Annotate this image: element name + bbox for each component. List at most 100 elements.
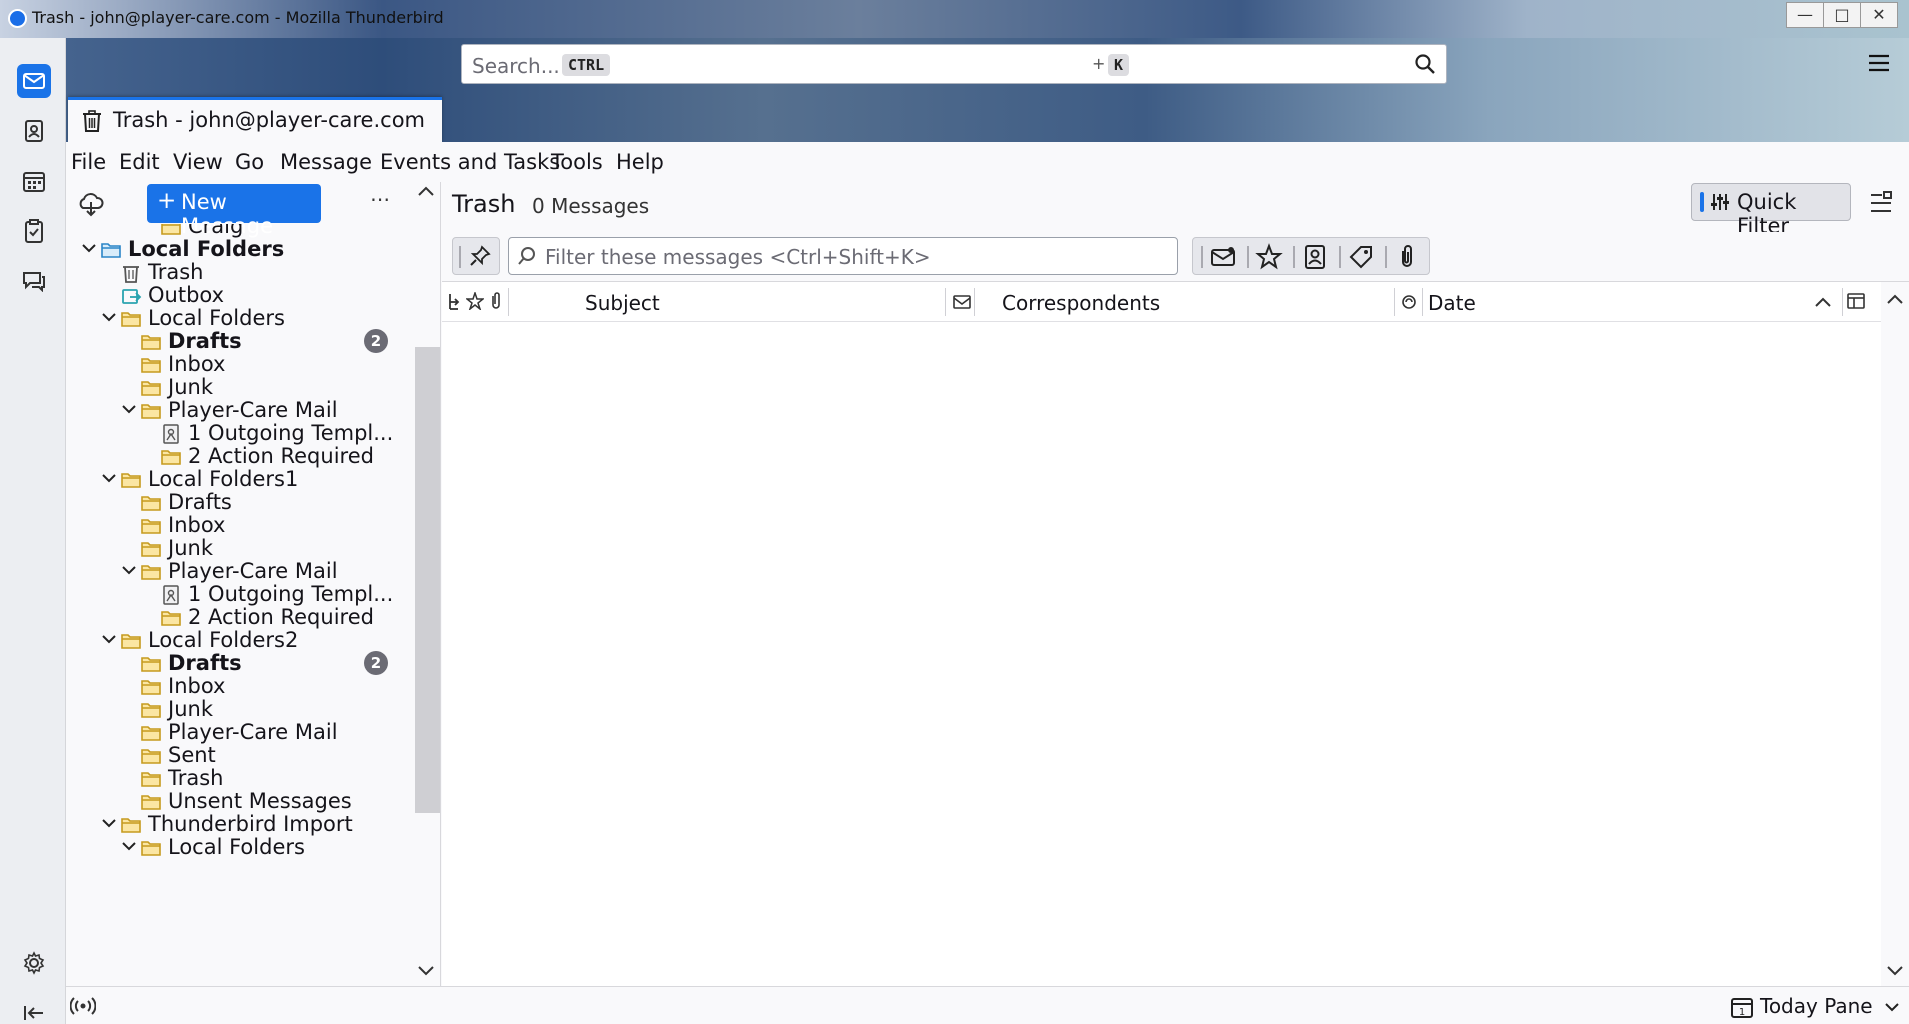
expand-chevron-down-icon[interactable]: [120, 560, 138, 580]
template-icon: [160, 585, 182, 605]
filter-separator: [1201, 246, 1203, 268]
scroll-up-chevron-icon[interactable]: [417, 184, 435, 198]
column-separator[interactable]: [1422, 288, 1423, 316]
starred-column-star-icon[interactable]: [466, 292, 484, 310]
scroll-up-chevron-icon[interactable]: [1886, 292, 1904, 306]
search-placeholder: Search...: [472, 54, 560, 78]
message-list-scrollbar[interactable]: [1881, 282, 1909, 986]
folder-name: Local Folders: [128, 237, 285, 261]
global-search-input[interactable]: Search... CTRL + K: [461, 44, 1447, 84]
folder-icon: [120, 309, 142, 329]
folder-icon: [140, 723, 162, 743]
contact-filter-icon[interactable]: [1301, 243, 1329, 271]
column-separator[interactable]: [508, 288, 509, 316]
column-separator[interactable]: [1394, 288, 1395, 316]
mail-space-icon[interactable]: [17, 64, 51, 98]
column-separator[interactable]: [945, 288, 946, 316]
menu-file[interactable]: File: [71, 150, 106, 174]
folder-icon: [120, 815, 142, 835]
expand-chevron-down-icon[interactable]: [120, 399, 138, 419]
sticky-filter-pin-button[interactable]: [452, 237, 500, 275]
starred-filter-star-icon[interactable]: [1255, 243, 1283, 271]
new-message-button[interactable]: + New Message: [147, 184, 321, 238]
online-status-broadcast-icon[interactable]: [70, 993, 96, 1019]
menu-message[interactable]: Message: [280, 150, 372, 174]
tags-filter-tag-icon[interactable]: [1347, 243, 1375, 271]
menu-help[interactable]: Help: [616, 150, 664, 174]
search-icon[interactable]: [1414, 53, 1436, 75]
outbox-icon: [120, 286, 142, 306]
settings-gear-icon[interactable]: [17, 946, 51, 980]
expand-chevron-down-icon[interactable]: [100, 307, 118, 327]
plus-icon: +: [157, 188, 177, 214]
address-book-icon[interactable]: [17, 114, 51, 148]
column-date[interactable]: Date: [1428, 291, 1476, 315]
status-bar: 1 Today Pane: [66, 986, 1909, 1024]
filter-search-icon: [518, 247, 535, 265]
trash-icon: [120, 263, 142, 283]
menu-go[interactable]: Go: [235, 150, 264, 174]
folder-pane-scroll-thumb[interactable]: [415, 347, 440, 813]
folder-name: Unsent Messages: [168, 789, 352, 813]
folder-name: 2 Action Required: [188, 605, 374, 629]
chat-icon[interactable]: [17, 264, 51, 298]
menu-tools[interactable]: Tools: [551, 150, 603, 174]
junk-status-column-icon[interactable]: [1400, 293, 1418, 311]
folder-pane-scrollbar[interactable]: [409, 182, 440, 986]
expand-chevron-down-icon[interactable]: [100, 629, 118, 649]
expand-chevron-down-icon[interactable]: [120, 836, 138, 856]
column-separator[interactable]: [1842, 288, 1843, 316]
close-window-button[interactable]: ✕: [1860, 2, 1898, 28]
folder-name: 1 Outgoing Templ...: [188, 421, 394, 445]
thunderbird-logo-icon: [8, 9, 27, 28]
get-messages-cloud-icon[interactable]: [76, 188, 106, 218]
calendar-icon[interactable]: [17, 164, 51, 198]
filter-separator: [1247, 246, 1249, 268]
scroll-down-chevron-icon[interactable]: [417, 964, 435, 978]
folder-tree: Craig Local Folders Trash Outbox Local Folde…: [66, 224, 409, 986]
folder-pane-more-button[interactable]: ⋯: [370, 187, 391, 211]
quick-filter-bar: Filter these messages <Ctrl+Shift+K>: [442, 232, 1909, 282]
message-count: 0 Messages: [532, 194, 650, 218]
today-calendar-icon: 1: [1731, 998, 1753, 1018]
pin-separator: [459, 246, 461, 268]
minimize-button[interactable]: —: [1786, 2, 1824, 28]
filter-sliders-icon: [1711, 194, 1729, 210]
menu-events-and-tasks[interactable]: Events and Tasks: [380, 150, 560, 174]
thread-pane: Trash 0 Messages Quick Filter Filter the…: [442, 182, 1909, 986]
folder-name: Junk: [168, 697, 213, 721]
column-correspondents[interactable]: Correspondents: [1002, 291, 1160, 315]
quick-filter-button[interactable]: Quick Filter: [1691, 183, 1851, 238]
expand-chevron-down-icon[interactable]: [80, 238, 98, 258]
menu-edit[interactable]: Edit: [119, 150, 160, 174]
scroll-down-chevron-icon[interactable]: [1886, 964, 1904, 978]
today-pane-toggle[interactable]: 1 Today Pane: [1726, 992, 1906, 1022]
attachment-filter-paperclip-icon[interactable]: [1393, 243, 1421, 271]
column-separator[interactable]: [974, 288, 975, 316]
read-status-column-icon[interactable]: [952, 293, 972, 311]
folder-name: Drafts: [168, 329, 242, 353]
column-subject[interactable]: Subject: [585, 291, 660, 315]
expand-chevron-down-icon[interactable]: [100, 468, 118, 488]
unread-filter-envelope-icon[interactable]: [1209, 243, 1237, 271]
folder-name: Drafts: [168, 490, 232, 514]
folder-icon: [140, 654, 162, 674]
folder-item[interactable]: Local Folders: [66, 834, 409, 862]
maximize-button[interactable]: □: [1823, 2, 1861, 28]
message-list-display-options-icon[interactable]: [1868, 190, 1894, 216]
folder-icon: [140, 539, 162, 559]
template-icon: [160, 424, 182, 444]
filter-messages-input[interactable]: Filter these messages <Ctrl+Shift+K>: [508, 237, 1178, 275]
unread-count-badge: 2: [364, 329, 388, 353]
menu-view[interactable]: View: [173, 150, 223, 174]
collapse-spaces-icon[interactable]: [17, 996, 51, 1024]
folder-icon: [120, 470, 142, 490]
column-picker-icon[interactable]: [1846, 291, 1866, 311]
unread-count-badge: 2: [364, 651, 388, 675]
tab-trash[interactable]: Trash - john@player-care.com: [68, 97, 442, 142]
app-menu-hamburger-icon[interactable]: [1866, 50, 1892, 76]
tasks-icon[interactable]: [17, 214, 51, 248]
thread-column-icon[interactable]: [446, 292, 464, 312]
expand-chevron-down-icon[interactable]: [100, 813, 118, 833]
attachment-column-paperclip-icon[interactable]: [488, 291, 504, 311]
